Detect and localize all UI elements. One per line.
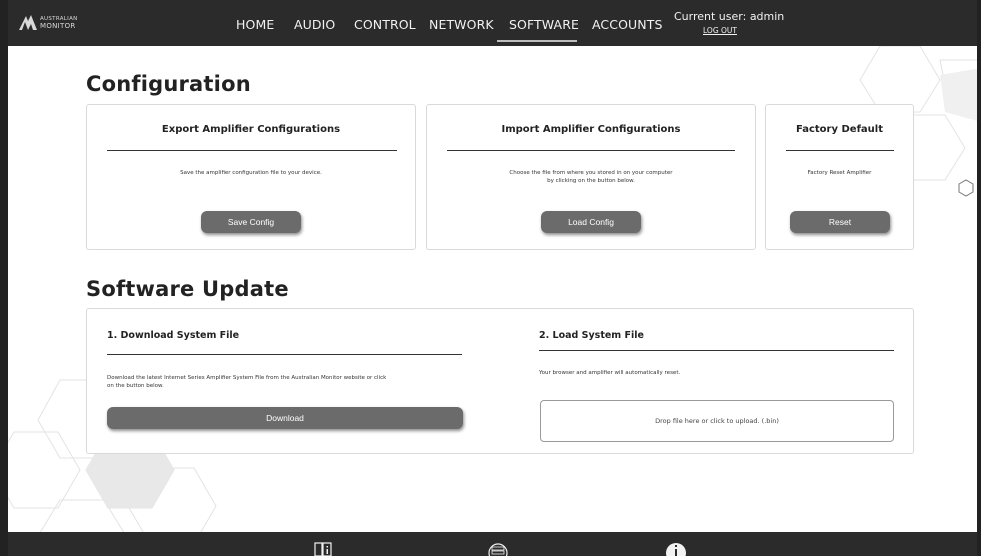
- logout-link[interactable]: LOG OUT: [703, 26, 737, 35]
- software-update-card: 1. Download System File Download the lat…: [86, 308, 914, 454]
- export-config-card: Export Amplifier Configurations Save the…: [86, 104, 416, 250]
- australian-monitor-logo[interactable]: AUSTRALIAN MONITOR: [18, 13, 88, 33]
- download-step-title: 1. Download System File: [107, 330, 240, 341]
- export-card-title: Export Amplifier Configurations: [161, 124, 341, 135]
- nav-audio[interactable]: AUDIO: [294, 17, 335, 32]
- logo-mark-icon: [19, 15, 37, 30]
- import-config-card: Import Amplifier Configurations Choose t…: [426, 104, 756, 250]
- software-update-heading: Software Update: [86, 277, 289, 301]
- reset-button[interactable]: Reset: [790, 211, 890, 233]
- export-card-text: Save the amplifier configuration file to…: [180, 170, 322, 176]
- configuration-heading: Configuration: [86, 72, 251, 96]
- import-card-text: Choose the file from where you stored in…: [509, 170, 673, 184]
- current-user-label: Current user: admin: [674, 10, 785, 23]
- window-frame-right: [977, 0, 981, 556]
- logo-text: AUSTRALIAN MONITOR: [40, 16, 78, 30]
- device-icon[interactable]: [488, 541, 508, 556]
- manual-icon[interactable]: [313, 541, 333, 556]
- nav-accounts[interactable]: ACCOUNTS: [592, 17, 663, 32]
- download-button[interactable]: Download: [107, 407, 463, 429]
- nav-software[interactable]: SOFTWARE: [509, 17, 579, 32]
- load-step-divider: [539, 350, 894, 351]
- load-step-title: 2. Load System File: [539, 330, 644, 341]
- factory-card-text: Factory Reset Amplifier: [807, 170, 872, 176]
- nav-control[interactable]: CONTROL: [354, 17, 416, 32]
- load-step-text: Your browser and amplifier will automati…: [539, 370, 681, 376]
- factory-card-divider: [786, 150, 894, 151]
- dropzone-text: Drop file here or click to upload. (.bin…: [655, 417, 779, 425]
- factory-default-card: Factory Default Factory Reset Amplifier …: [765, 104, 914, 250]
- export-card-divider: [107, 150, 397, 151]
- window-frame-left: [0, 0, 8, 556]
- import-card-divider: [447, 150, 735, 151]
- factory-card-title: Factory Default: [795, 124, 883, 135]
- info-icon[interactable]: [666, 541, 686, 556]
- save-config-button[interactable]: Save Config: [201, 211, 301, 233]
- download-step-text: Download the latest Internet Series Ampl…: [107, 375, 387, 389]
- active-nav-indicator: [497, 40, 577, 42]
- load-config-button[interactable]: Load Config: [541, 211, 641, 233]
- download-step-divider: [107, 354, 462, 355]
- file-dropzone[interactable]: Drop file here or click to upload. (.bin…: [540, 400, 894, 442]
- nav-network[interactable]: NETWORK: [429, 17, 494, 32]
- nav-home[interactable]: HOME: [236, 17, 274, 32]
- import-card-title: Import Amplifier Configurations: [501, 124, 681, 135]
